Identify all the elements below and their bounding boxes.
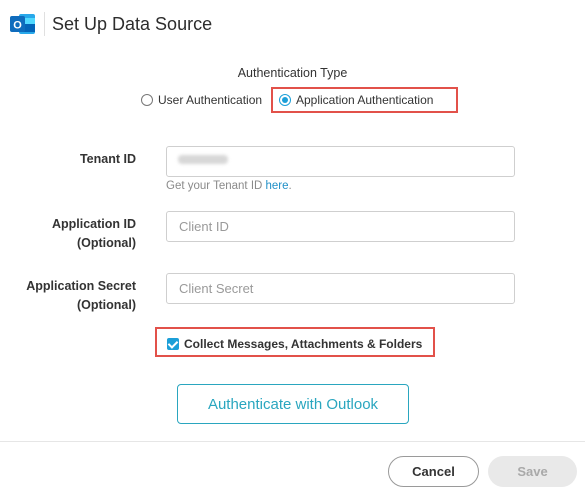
radio-checked-icon[interactable] [279, 94, 291, 106]
outlook-logo-icon: O [10, 14, 35, 34]
redacted-tenant-value [178, 155, 228, 164]
collect-messages-checkbox-row[interactable]: Collect Messages, Attachments & Folders [167, 337, 422, 351]
radio-unchecked-icon[interactable] [141, 94, 153, 106]
client-secret-input[interactable] [166, 273, 515, 304]
page-title: Set Up Data Source [52, 14, 213, 34]
svg-text:O: O [13, 20, 22, 32]
radio-application-authentication-label: Application Authentication [296, 93, 434, 107]
header-divider [44, 12, 45, 36]
auth-type-heading: Authentication Type [237, 66, 348, 80]
tenant-id-label: Tenant ID [79, 152, 136, 166]
client-id-input[interactable] [166, 211, 515, 242]
application-secret-label: Application Secret (Optional) [26, 279, 136, 312]
collect-messages-label: Collect Messages, Attachments & Folders [184, 337, 423, 351]
tenant-id-help-link[interactable]: here [266, 180, 289, 192]
radio-user-authentication[interactable]: User Authentication [141, 91, 262, 109]
save-button[interactable]: Save [488, 456, 577, 487]
authenticate-with-outlook-button[interactable]: Authenticate with Outlook [177, 384, 409, 424]
tenant-id-hint: Get your Tenant ID here. [166, 180, 292, 192]
application-id-label: Application ID (Optional) [51, 217, 136, 250]
radio-user-authentication-label: User Authentication [158, 93, 263, 107]
cancel-button[interactable]: Cancel [388, 456, 479, 487]
radio-application-authentication[interactable]: Application Authentication [279, 91, 433, 109]
dialog-header: O Set Up Data Source [0, 0, 585, 48]
footer-divider [0, 441, 585, 442]
checkbox-checked-icon[interactable] [167, 338, 179, 350]
